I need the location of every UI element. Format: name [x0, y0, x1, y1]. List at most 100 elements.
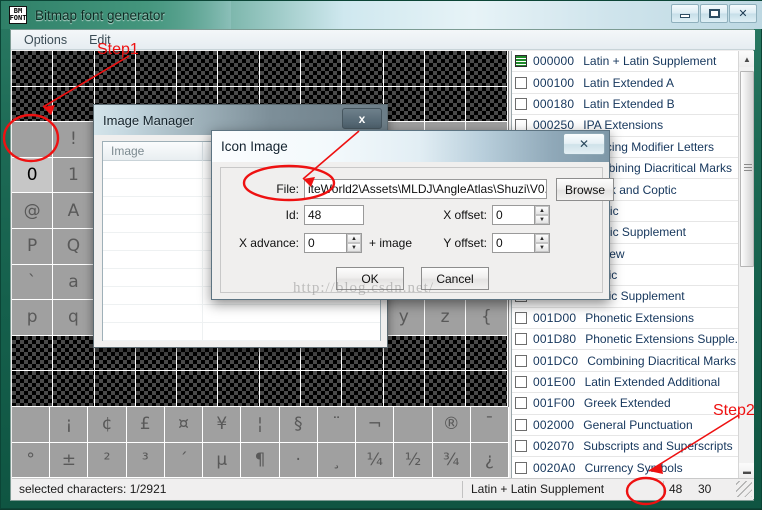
- image-manager-close-button[interactable]: x: [342, 108, 382, 129]
- character-cell[interactable]: [136, 51, 177, 87]
- character-cell[interactable]: ¾: [433, 443, 471, 479]
- checkbox-icon[interactable]: [515, 312, 527, 324]
- checkbox-checked-icon[interactable]: [515, 55, 527, 67]
- y-offset-spinner[interactable]: ▲ ▼: [535, 233, 550, 253]
- character-cell[interactable]: ®: [433, 407, 471, 443]
- id-input[interactable]: 48: [304, 205, 364, 225]
- image-manager-row[interactable]: [103, 305, 380, 323]
- character-cell[interactable]: [136, 371, 177, 407]
- character-cell[interactable]: [425, 87, 466, 123]
- character-cell[interactable]: ¢: [88, 407, 126, 443]
- character-cell[interactable]: [466, 371, 507, 407]
- character-cell[interactable]: [12, 371, 53, 407]
- block-list-item[interactable]: 001DC0Combining Diacritical Marks: [512, 350, 754, 371]
- spinner-down-icon[interactable]: ▼: [535, 215, 549, 224]
- icon-image-title-bar[interactable]: Icon Image ✕: [212, 131, 609, 162]
- character-cell[interactable]: [218, 51, 259, 87]
- character-cell[interactable]: [384, 336, 425, 372]
- menu-item-edit[interactable]: Edit: [80, 31, 120, 49]
- character-cell[interactable]: [260, 371, 301, 407]
- character-cell[interactable]: ¶: [241, 443, 279, 479]
- character-cell[interactable]: £: [127, 407, 165, 443]
- character-cell[interactable]: [342, 51, 383, 87]
- x-advance-input[interactable]: 0: [304, 233, 347, 253]
- spinner-up-icon[interactable]: ▲: [535, 234, 549, 243]
- checkbox-icon[interactable]: [515, 77, 527, 89]
- block-list-item[interactable]: 000180Latin Extended B: [512, 94, 754, 115]
- character-cell[interactable]: ¯: [471, 407, 509, 443]
- block-list-item[interactable]: 001D80Phonetic Extensions Supple.: [512, 329, 754, 350]
- character-cell[interactable]: ¨: [318, 407, 356, 443]
- menu-item-options[interactable]: Options: [15, 31, 76, 49]
- checkbox-icon[interactable]: [515, 98, 527, 110]
- spinner-down-icon[interactable]: ▼: [347, 243, 361, 252]
- ok-button[interactable]: OK: [336, 267, 404, 290]
- character-cell[interactable]: a: [53, 265, 94, 301]
- character-cell[interactable]: ¥: [203, 407, 241, 443]
- block-list-item[interactable]: 000100Latin Extended A: [512, 72, 754, 93]
- checkbox-icon[interactable]: [515, 440, 527, 452]
- character-cell[interactable]: z: [425, 300, 466, 336]
- character-cell-selected[interactable]: 0: [12, 158, 53, 194]
- block-list-item[interactable]: 002070Subscripts and Superscripts: [512, 436, 754, 457]
- x-offset-input[interactable]: 0: [492, 205, 535, 225]
- character-cell[interactable]: q: [53, 300, 94, 336]
- image-manager-row[interactable]: [103, 323, 380, 341]
- character-cell[interactable]: [384, 87, 425, 123]
- character-cell[interactable]: y: [384, 300, 425, 336]
- x-offset-spinner[interactable]: ▲ ▼: [535, 205, 550, 225]
- character-cell[interactable]: [53, 87, 94, 123]
- character-cell[interactable]: [260, 51, 301, 87]
- character-cell[interactable]: [53, 336, 94, 372]
- character-cell[interactable]: {: [466, 300, 507, 336]
- checkbox-icon[interactable]: [515, 419, 527, 431]
- checkbox-icon[interactable]: [515, 355, 527, 367]
- scrollbar-thumb[interactable]: [740, 71, 754, 267]
- character-cell[interactable]: !: [53, 122, 94, 158]
- checkbox-icon[interactable]: [515, 376, 527, 388]
- minimize-button[interactable]: [671, 4, 699, 23]
- spinner-up-icon[interactable]: ▲: [347, 234, 361, 243]
- character-cell[interactable]: p: [12, 300, 53, 336]
- block-list-item[interactable]: 001E00Latin Extended Additional: [512, 372, 754, 393]
- character-cell[interactable]: [301, 51, 342, 87]
- character-cell[interactable]: [466, 336, 507, 372]
- character-cell[interactable]: ±: [50, 443, 88, 479]
- character-cell[interactable]: [12, 122, 53, 158]
- character-cell[interactable]: [95, 371, 136, 407]
- character-cell[interactable]: ½: [394, 443, 432, 479]
- character-cell[interactable]: §: [280, 407, 318, 443]
- resize-grip-icon[interactable]: [736, 481, 752, 497]
- character-cell[interactable]: `: [12, 265, 53, 301]
- character-cell[interactable]: ³: [127, 443, 165, 479]
- checkbox-icon[interactable]: [515, 397, 527, 409]
- character-cell[interactable]: [384, 371, 425, 407]
- character-cell[interactable]: @: [12, 193, 53, 229]
- character-cell[interactable]: 1: [53, 158, 94, 194]
- character-cell[interactable]: ¡: [50, 407, 88, 443]
- character-cell[interactable]: [466, 51, 507, 87]
- character-cell[interactable]: Q: [53, 229, 94, 265]
- character-cell[interactable]: [425, 371, 466, 407]
- character-cell[interactable]: [12, 87, 53, 123]
- character-cell[interactable]: [384, 51, 425, 87]
- character-cell[interactable]: ¸: [318, 443, 356, 479]
- character-cell[interactable]: [53, 371, 94, 407]
- block-list-item[interactable]: 000000Latin + Latin Supplement: [512, 51, 754, 72]
- character-cell[interactable]: ¼: [356, 443, 394, 479]
- character-cell[interactable]: ²: [88, 443, 126, 479]
- scroll-up-button[interactable]: ▲: [739, 51, 754, 67]
- character-cell[interactable]: [12, 407, 50, 443]
- character-cell[interactable]: [53, 51, 94, 87]
- browse-button[interactable]: Browse: [556, 178, 614, 201]
- character-cell[interactable]: [177, 51, 218, 87]
- block-list-scrollbar[interactable]: ▲ ▬: [738, 51, 754, 479]
- character-cell[interactable]: ¬: [356, 407, 394, 443]
- block-list-item[interactable]: 001F00Greek Extended: [512, 393, 754, 414]
- character-cell[interactable]: P: [12, 229, 53, 265]
- checkbox-icon[interactable]: [515, 462, 527, 474]
- character-cell[interactable]: [95, 51, 136, 87]
- cancel-button[interactable]: Cancel: [421, 267, 489, 290]
- character-cell[interactable]: ´: [165, 443, 203, 479]
- x-advance-spinner[interactable]: ▲ ▼: [347, 233, 362, 253]
